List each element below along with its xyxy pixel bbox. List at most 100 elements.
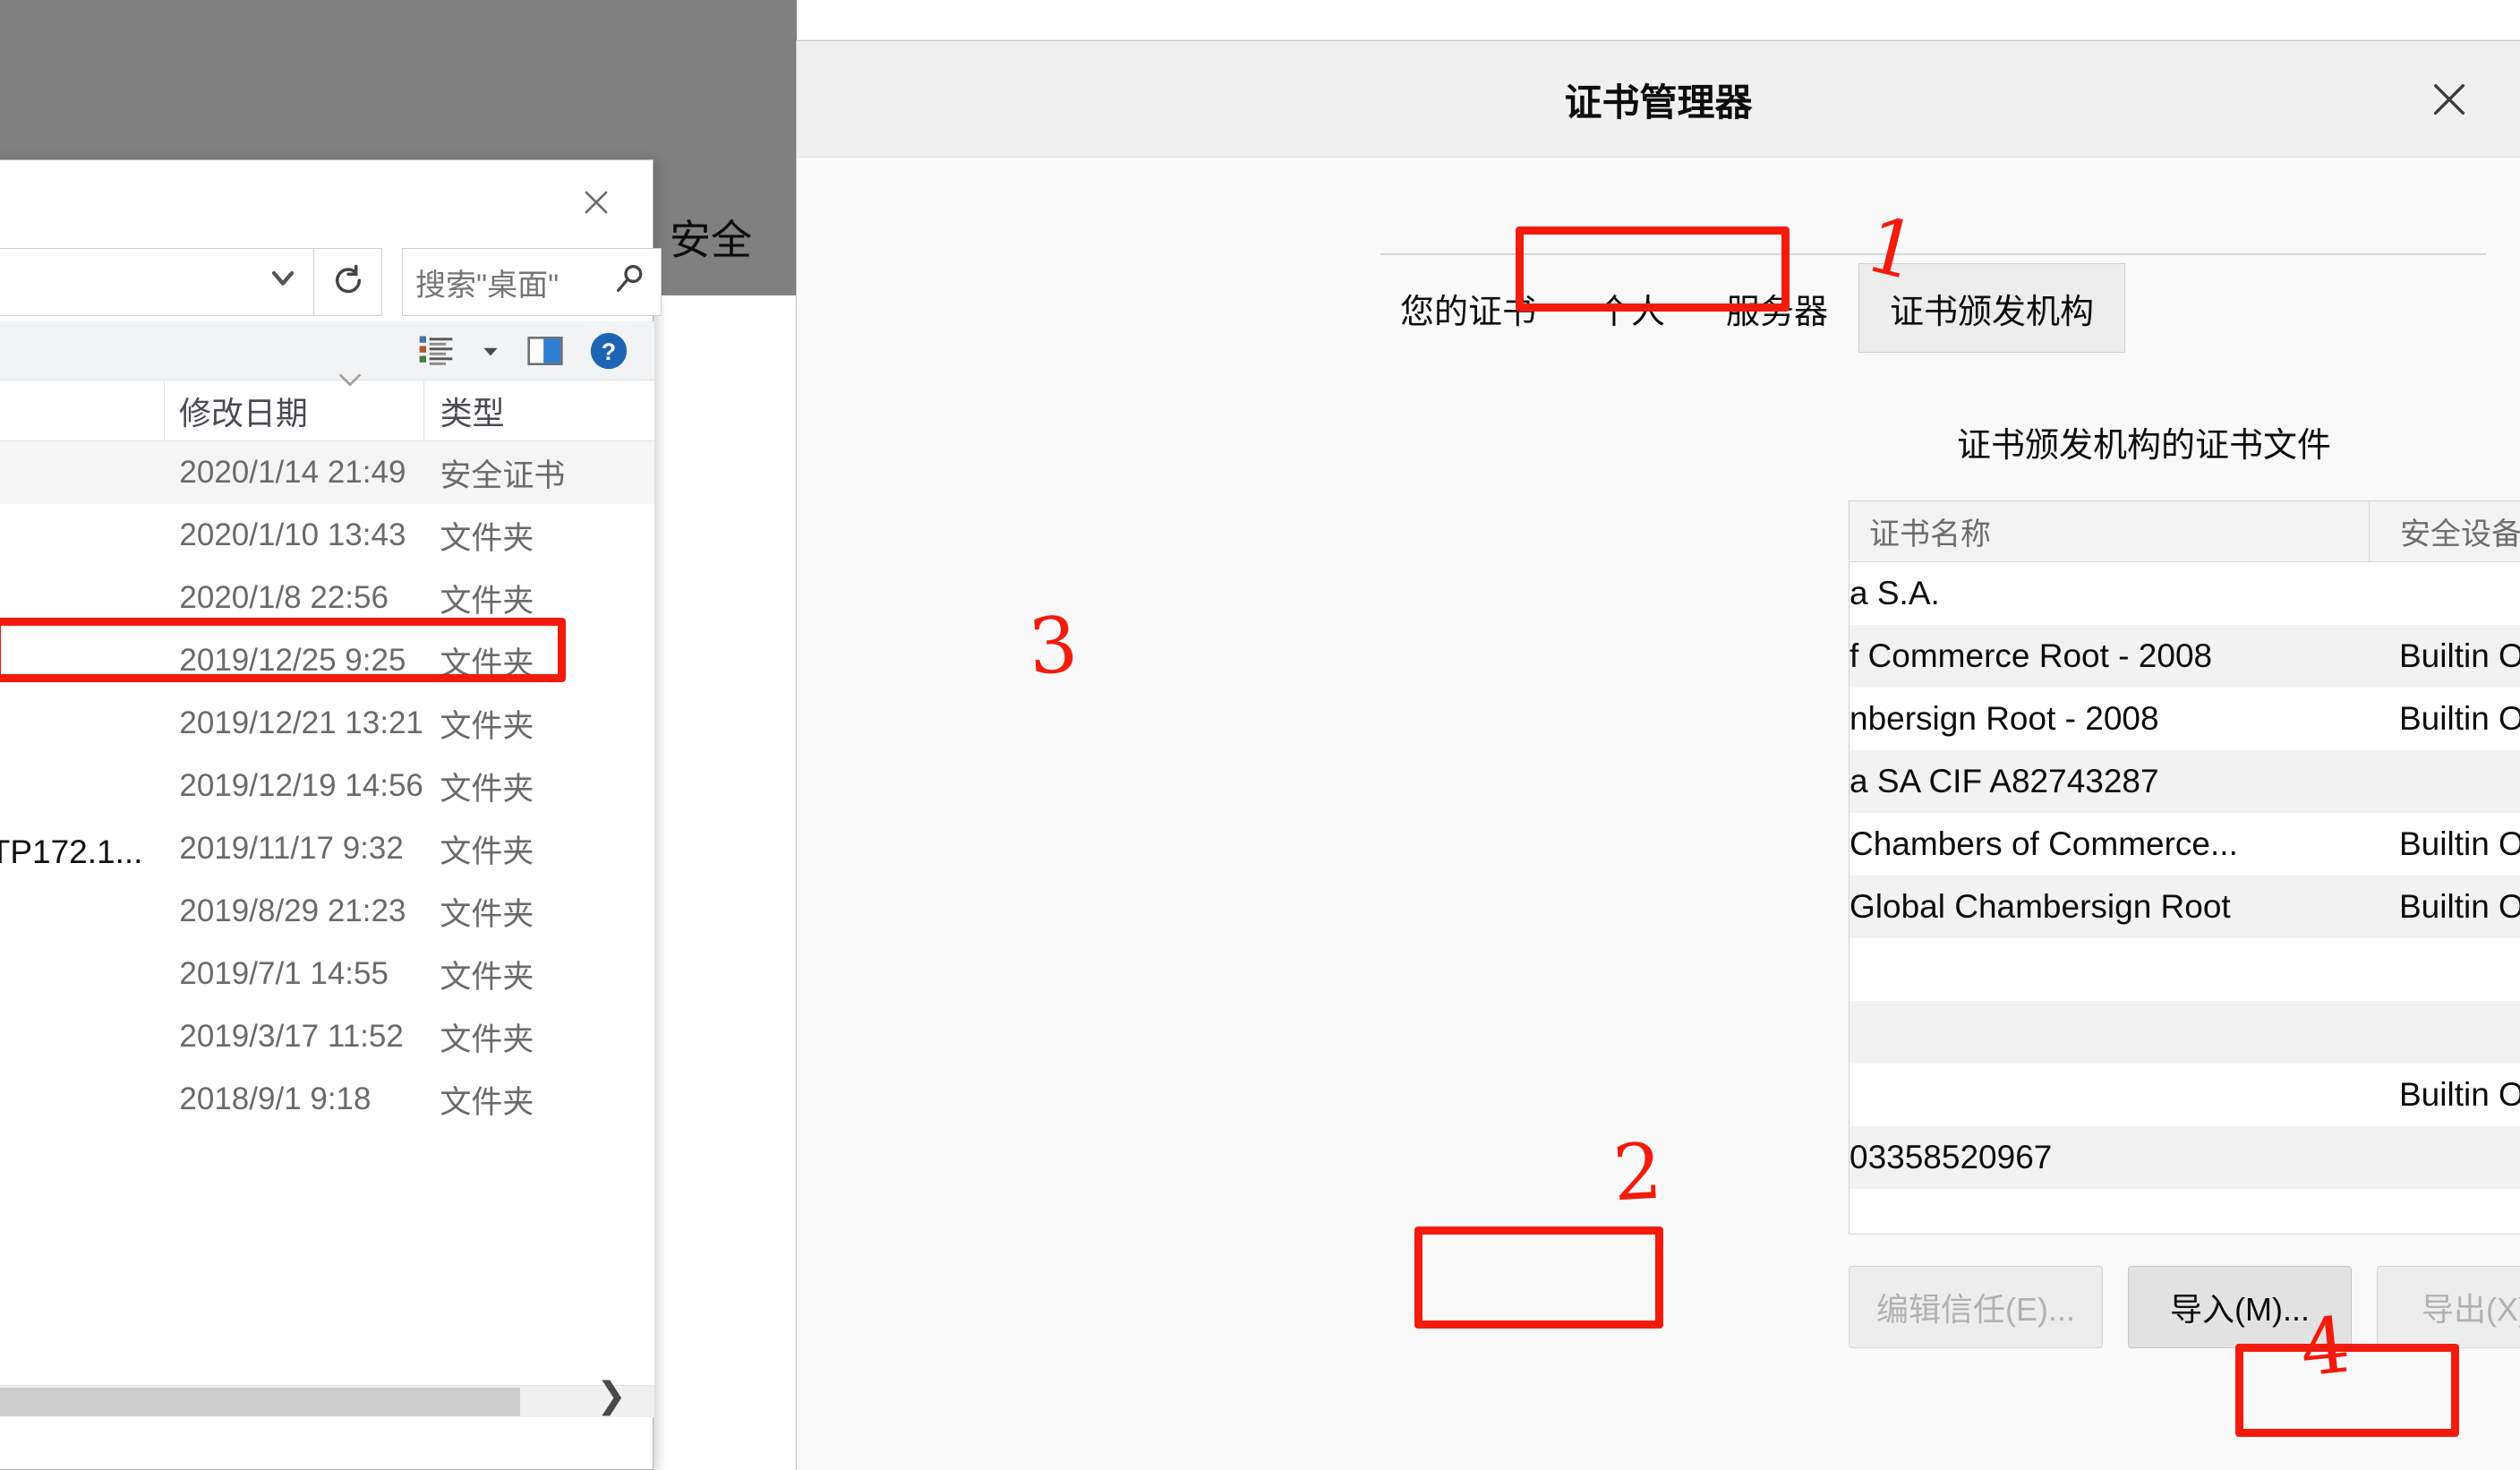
column-header-name[interactable]: 名称 bbox=[0, 380, 164, 440]
list-item[interactable]: 视频 (2) 2019/12/21 13:21 文件夹 bbox=[0, 692, 654, 755]
cert-name: a S.A. bbox=[1849, 575, 1940, 611]
tab-authorities[interactable]: 证书颁发机构 bbox=[1858, 263, 2126, 353]
certificate-action-buttons: 编辑信任(E)... 导入(M)... 导出(X)... 删除或不信任(D)..… bbox=[1849, 1266, 2520, 1348]
list-item[interactable]: FlashFXP5.4[已创建FTP172.1... 2019/11/17 9:… bbox=[0, 817, 654, 880]
close-icon[interactable] bbox=[2414, 64, 2484, 134]
file-date-cell: 2019/8/29 21:23 bbox=[179, 893, 406, 928]
column-header-certificate-name[interactable]: 证书名称 bbox=[1849, 501, 2369, 561]
table-row[interactable]: Global Chambersign Root Builtin Object T… bbox=[1849, 876, 2520, 938]
file-list: cc.cer 2020/1/14 21:49 安全证书 Java材料 2020/… bbox=[0, 441, 654, 1389]
close-icon[interactable] bbox=[567, 176, 626, 228]
list-item[interactable]: arctimepro 2019/7/1 14:55 文件夹 bbox=[0, 943, 654, 1005]
file-type-cell: 文件夹 bbox=[440, 583, 534, 619]
file-type-cell: 文件夹 bbox=[440, 520, 534, 556]
list-item[interactable]: PanData 2019/3/17 11:52 文件夹 bbox=[0, 1005, 654, 1068]
view-list-icon[interactable] bbox=[416, 331, 456, 371]
table-row[interactable]: Builtin Object Token bbox=[1849, 1064, 2520, 1126]
column-header-security-device[interactable]: 安全设备 bbox=[2369, 501, 2520, 561]
prefs-tab-security-label: 安全 bbox=[670, 217, 752, 263]
file-list-column-headers: 名称 修改日期 类型 bbox=[0, 373, 654, 441]
file-name-cell: Java材料 bbox=[0, 511, 165, 560]
file-type-cell: 文件夹 bbox=[440, 896, 534, 932]
file-type-cell: 文件夹 bbox=[440, 959, 534, 995]
help-icon[interactable]: ? bbox=[588, 330, 629, 372]
horizontal-scrollbar[interactable] bbox=[0, 1385, 654, 1417]
table-row[interactable]: nbersign Root - 2008 Builtin Object Toke… bbox=[1849, 688, 2520, 750]
file-name-cell: 导图 bbox=[0, 637, 165, 685]
chevron-right-icon[interactable]: ❯ bbox=[590, 1374, 633, 1417]
tab-people[interactable]: 个人 bbox=[1567, 263, 1696, 353]
file-type-cell: 文件夹 bbox=[440, 833, 534, 869]
file-date-cell: 2018/9/1 9:18 bbox=[179, 1081, 372, 1116]
certificate-manager-dialog: 证书管理器 您的证书 个人 服务器 证书颁发机构 证书颁发机构的证书文件 证书名… bbox=[796, 40, 2520, 1470]
preview-pane-icon[interactable] bbox=[525, 331, 565, 371]
table-row[interactable]: a S.A. bbox=[1849, 562, 2520, 625]
certificate-table-header: 证书名称 安全设备 bbox=[1849, 501, 2520, 562]
file-date-cell: 2020/1/8 22:56 bbox=[179, 580, 389, 615]
tab-servers[interactable]: 服务器 bbox=[1696, 263, 1858, 353]
file-type-cell: 文件夹 bbox=[440, 1084, 534, 1120]
search-placeholder: 搜索"桌面" bbox=[415, 268, 560, 303]
table-row[interactable] bbox=[1849, 938, 2520, 1001]
list-item[interactable]: 视频 2019/8/29 21:23 文件夹 bbox=[0, 880, 654, 943]
list-item[interactable]: 编撰教材 2020/1/8 22:56 文件夹 bbox=[0, 567, 654, 629]
cert-name: Chambers of Commerce... bbox=[1849, 825, 2238, 862]
export-button[interactable]: 导出(X)... bbox=[2377, 1266, 2520, 1348]
search-input[interactable]: 搜索"桌面" bbox=[402, 248, 662, 316]
file-name-cell: 视频 (2) bbox=[0, 699, 165, 748]
table-row[interactable]: Chambers of Commerce... Builtin Object T… bbox=[1849, 813, 2520, 876]
cert-name: nbersign Root - 2008 bbox=[1849, 700, 2159, 737]
file-name-cell: 视频 bbox=[0, 887, 165, 936]
column-header-type[interactable]: 类型 bbox=[423, 380, 654, 440]
file-dialog-addressbar: ❯ 桌面 搜索"桌面" bbox=[0, 248, 662, 316]
path-breadcrumb[interactable]: ❯ 桌面 bbox=[0, 248, 314, 316]
prefs-tab-security[interactable]: 安全 bbox=[670, 208, 752, 267]
certificate-rows: a S.A. f Commerce Root - 2008 Builtin Ob… bbox=[1849, 562, 2520, 1189]
table-row[interactable]: a SA CIF A82743287 bbox=[1849, 750, 2520, 813]
list-item[interactable]: c考题整理 2018/9/1 9:18 文件夹 bbox=[0, 1068, 654, 1131]
dialog-title: 证书管理器 bbox=[1564, 81, 1753, 124]
list-item[interactable]: 经济学人 2019/12/19 14:56 文件夹 bbox=[0, 755, 654, 817]
search-icon[interactable] bbox=[612, 261, 648, 304]
certificate-tabs: 您的证书 个人 服务器 证书颁发机构 bbox=[1370, 263, 2498, 353]
svg-text:?: ? bbox=[602, 338, 616, 364]
list-item[interactable]: 导图 2019/12/25 9:25 文件夹 bbox=[0, 629, 654, 692]
tab-your-certificates[interactable]: 您的证书 bbox=[1370, 263, 1567, 353]
cert-device: Builtin Object Token bbox=[2399, 888, 2520, 925]
file-name-cell: 经济学人 bbox=[0, 762, 165, 810]
cert-name: Global Chambersign Root bbox=[1849, 888, 2231, 925]
file-date-cell: 2019/11/17 9:32 bbox=[179, 831, 404, 866]
refresh-icon[interactable] bbox=[314, 248, 382, 316]
cert-device: Builtin Object Token bbox=[2399, 700, 2520, 737]
tab-separator bbox=[1380, 253, 2486, 255]
file-name-cell: FlashFXP5.4[已创建FTP172.1... bbox=[0, 825, 165, 873]
table-row[interactable] bbox=[1849, 1001, 2520, 1064]
certificate-description: 证书颁发机构的证书文件 bbox=[1957, 427, 2332, 465]
list-item[interactable]: Java材料 2020/1/10 13:43 文件夹 bbox=[0, 504, 654, 567]
table-row[interactable]: 03358520967 bbox=[1849, 1126, 2520, 1189]
chevron-down-icon[interactable] bbox=[479, 339, 502, 363]
file-open-dialog: 的文件 ❯ 桌面 搜索"桌面" bbox=[0, 159, 662, 1470]
table-row[interactable]: f Commerce Root - 2008 Builtin Object To… bbox=[1849, 625, 2520, 688]
chevron-down-icon[interactable] bbox=[265, 260, 301, 304]
cert-device: Builtin Object Token bbox=[2399, 1076, 2520, 1113]
file-date-cell: 2019/12/19 14:56 bbox=[179, 768, 423, 803]
scrollbar-thumb[interactable] bbox=[0, 1388, 520, 1416]
import-button[interactable]: 导入(M)... bbox=[2128, 1266, 2352, 1348]
path-current-folder: 桌面 bbox=[0, 258, 252, 307]
file-type-cell: 文件夹 bbox=[440, 771, 534, 807]
file-date-cell: 2019/7/1 14:55 bbox=[179, 956, 389, 991]
column-header-date-modified[interactable]: 修改日期 bbox=[163, 373, 423, 440]
cert-device: Builtin Object Token bbox=[2399, 825, 2520, 862]
file-name-label: FlashFXP5.4[已创建FTP172.1... bbox=[0, 833, 143, 870]
file-name-cell: c考题整理 bbox=[0, 1075, 165, 1124]
file-type-cell: 文件夹 bbox=[440, 1021, 534, 1057]
file-name-cell: 编撰教材 bbox=[0, 574, 165, 622]
file-type-cell: 安全证书 bbox=[440, 457, 566, 493]
certificate-manager-titlebar: 证书管理器 bbox=[797, 41, 2520, 158]
cert-name: f Commerce Root - 2008 bbox=[1849, 637, 2213, 674]
file-date-cell: 2019/12/25 9:25 bbox=[179, 643, 406, 678]
edit-trust-button[interactable]: 编辑信任(E)... bbox=[1849, 1266, 2103, 1348]
file-dialog-titlebar: 的文件 bbox=[0, 160, 653, 246]
list-item[interactable]: cc.cer 2020/1/14 21:49 安全证书 bbox=[0, 441, 654, 504]
